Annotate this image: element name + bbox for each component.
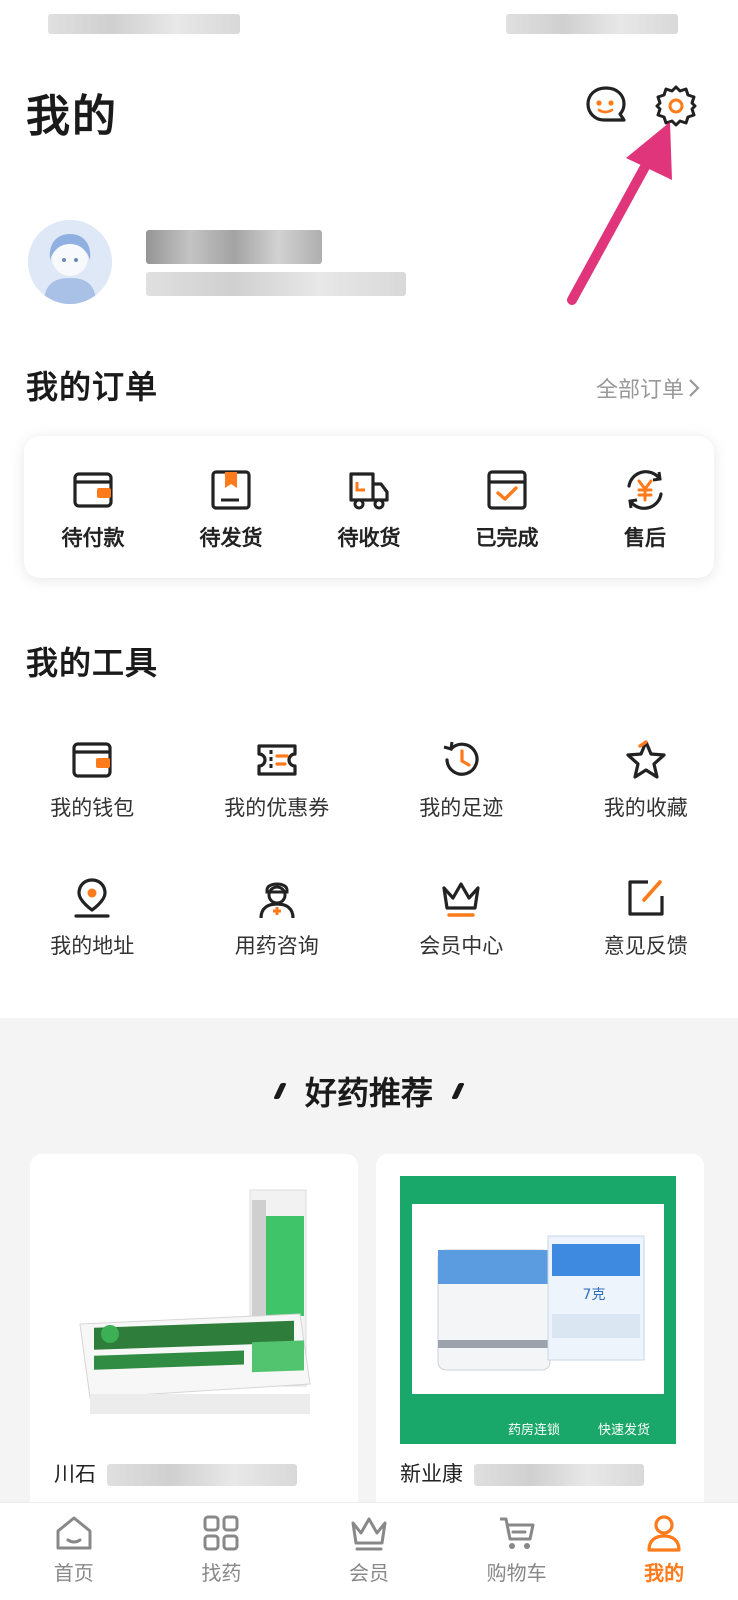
order-label: 售后 bbox=[624, 526, 666, 550]
avatar[interactable] bbox=[28, 220, 112, 304]
recommend-title-text: 好药推荐 bbox=[304, 1074, 433, 1112]
tool-wallet[interactable]: 我的钱包 bbox=[0, 738, 185, 876]
grid-icon bbox=[203, 1515, 239, 1551]
location-pin-icon bbox=[74, 878, 110, 918]
order-label: 待付款 bbox=[61, 526, 125, 550]
feedback-edit-icon bbox=[628, 880, 664, 916]
product-name-text: 川石 bbox=[54, 1462, 96, 1486]
crown-icon bbox=[442, 882, 480, 917]
recommend-title: 好药推荐 bbox=[0, 1068, 738, 1114]
orders-title: 我的订单 bbox=[26, 368, 159, 406]
title-decoration bbox=[273, 1083, 287, 1099]
tool-member-center[interactable]: 会员中心 bbox=[369, 876, 554, 1014]
tool-label: 我的足迹 bbox=[419, 796, 504, 820]
tool-address[interactable]: 我的地址 bbox=[0, 876, 185, 1014]
tools-grid: 我的钱包 我的优惠券 我的足迹 我的收藏 我的地址 用药咨询 会员中心 意见反馈 bbox=[0, 738, 738, 1014]
coupon-icon bbox=[257, 744, 297, 776]
profile-card[interactable] bbox=[0, 208, 738, 308]
tab-home[interactable]: 首页 bbox=[0, 1503, 148, 1600]
tab-cart[interactable]: 购物车 bbox=[443, 1503, 591, 1600]
tab-label: 会员 bbox=[348, 1561, 389, 1585]
history-icon bbox=[443, 741, 479, 776]
product-name-blur bbox=[106, 1464, 297, 1486]
tool-label: 我的钱包 bbox=[50, 796, 135, 820]
tool-label: 我的地址 bbox=[50, 934, 135, 958]
tool-coupons[interactable]: 我的优惠券 bbox=[185, 738, 370, 876]
tab-label: 购物车 bbox=[486, 1561, 547, 1585]
tool-label: 我的优惠券 bbox=[224, 796, 330, 820]
refund-icon bbox=[627, 470, 663, 510]
tab-label: 我的 bbox=[644, 1561, 685, 1585]
promo-badge: 药房连锁 bbox=[508, 1422, 560, 1438]
order-label: 待收货 bbox=[337, 526, 401, 550]
order-pending-shipment[interactable]: 待发货 bbox=[162, 436, 300, 578]
status-icons-blur bbox=[506, 14, 678, 34]
tool-label: 会员中心 bbox=[419, 934, 504, 958]
avatar-icon bbox=[28, 220, 112, 304]
product-name: 川石 bbox=[54, 1458, 297, 1488]
user-subtitle-blur bbox=[146, 272, 406, 296]
doctor-icon bbox=[259, 882, 295, 919]
tool-label: 意见反馈 bbox=[603, 934, 688, 958]
home-icon bbox=[56, 1516, 92, 1550]
tab-find-medicine[interactable]: 找药 bbox=[148, 1503, 296, 1600]
wallet-icon bbox=[73, 472, 113, 508]
truck-icon bbox=[349, 472, 389, 510]
promo-badge: 快速发货 bbox=[598, 1422, 650, 1438]
order-label: 已完成 bbox=[475, 526, 539, 550]
bottom-tab-bar: 首页 找药 会员 购物车 我的 bbox=[0, 1502, 738, 1600]
order-pending-receipt[interactable]: 待收货 bbox=[300, 436, 438, 578]
tab-member[interactable]: 会员 bbox=[295, 1503, 443, 1600]
tools-row: 我的钱包 我的优惠券 我的足迹 我的收藏 bbox=[0, 738, 738, 876]
package-icon bbox=[211, 470, 251, 510]
product-size-label: 7克 bbox=[583, 1287, 606, 1303]
all-orders-link[interactable]: 全部订单 bbox=[596, 372, 700, 404]
order-after-sales[interactable]: 售后 bbox=[576, 436, 714, 578]
tab-label: 找药 bbox=[201, 1561, 242, 1585]
product-name-text: 新业康 bbox=[400, 1462, 463, 1486]
tab-mine[interactable]: 我的 bbox=[590, 1503, 738, 1600]
tool-consult[interactable]: 用药咨询 bbox=[185, 876, 370, 1014]
wallet-icon bbox=[72, 742, 112, 778]
product-card[interactable]: 7克 药房连锁 快速发货 新业康 bbox=[376, 1154, 704, 1514]
username-blur bbox=[146, 230, 322, 264]
product-name: 新业康 bbox=[400, 1458, 644, 1488]
star-icon bbox=[626, 740, 666, 779]
product-name-blur bbox=[473, 1464, 644, 1486]
tool-feedback[interactable]: 意见反馈 bbox=[554, 876, 738, 1014]
product-card[interactable]: 川石 bbox=[30, 1154, 358, 1514]
chevron-right-icon bbox=[689, 379, 700, 397]
all-orders-label: 全部订单 bbox=[595, 378, 684, 403]
tools-row: 我的地址 用药咨询 会员中心 意见反馈 bbox=[0, 876, 738, 1014]
tool-favorites[interactable]: 我的收藏 bbox=[554, 738, 738, 876]
product-image bbox=[30, 1154, 358, 1444]
status-bar bbox=[0, 0, 738, 50]
order-completed[interactable]: 已完成 bbox=[438, 436, 576, 578]
cart-icon bbox=[499, 1517, 535, 1549]
status-time-blur bbox=[48, 14, 240, 34]
page-title: 我的 bbox=[26, 91, 118, 142]
crown-icon bbox=[351, 1517, 387, 1551]
check-box-icon bbox=[487, 470, 527, 510]
product-image: 7克 药房连锁 快速发货 bbox=[376, 1154, 704, 1444]
tool-label: 我的收藏 bbox=[603, 796, 688, 820]
user-icon bbox=[647, 1515, 681, 1552]
order-pending-payment[interactable]: 待付款 bbox=[24, 436, 162, 578]
tool-history[interactable]: 我的足迹 bbox=[369, 738, 554, 876]
title-decoration bbox=[451, 1083, 465, 1099]
order-label: 待发货 bbox=[199, 526, 263, 550]
tool-label: 用药咨询 bbox=[234, 934, 319, 958]
orders-card: 待付款 待发货 待收货 已完成 售后 bbox=[24, 436, 714, 578]
tab-label: 首页 bbox=[53, 1561, 94, 1585]
tools-title: 我的工具 bbox=[26, 644, 159, 682]
